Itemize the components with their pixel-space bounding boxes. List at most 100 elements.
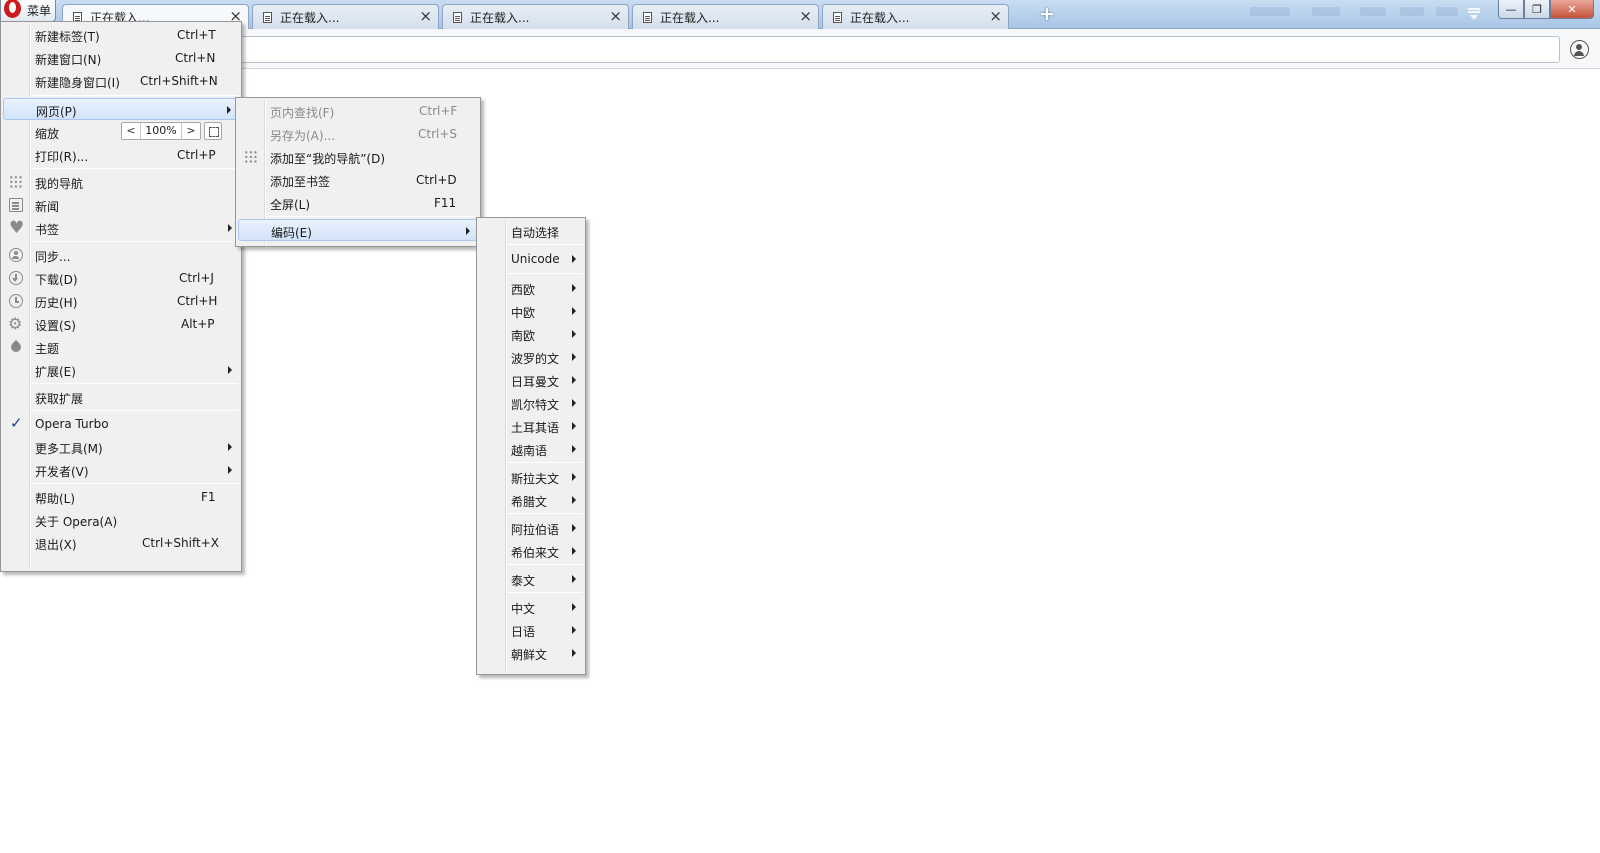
menu-item-encoding-baltic[interactable]: 波罗的文 (479, 346, 583, 368)
close-tab-icon[interactable]: × (609, 8, 622, 24)
submenu-arrow-icon (572, 473, 576, 481)
menu-item-opera-turbo[interactable]: Opera Turbo (3, 413, 239, 435)
menu-item-encoding-celtic[interactable]: 凯尔特文 (479, 392, 583, 414)
submenu-arrow-icon (572, 399, 576, 407)
news-icon (9, 198, 23, 212)
submenu-arrow-icon (227, 106, 231, 114)
page-submenu: 页内查找(F) Ctrl+F 另存为(A)... Ctrl+S 添加至“我的导航… (235, 97, 481, 247)
menu-item-downloads[interactable]: 下载(D) Ctrl+J (3, 267, 239, 289)
menu-item-encoding-greek[interactable]: 希腊文 (479, 489, 583, 511)
menu-item-help[interactable]: 帮助(L) F1 (3, 486, 239, 508)
menu-item-settings[interactable]: 设置(S) Alt+P (3, 313, 239, 335)
menu-item-encoding-thai[interactable]: 泰文 (479, 568, 583, 590)
submenu-arrow-icon (466, 227, 470, 235)
menu-item-about[interactable]: 关于 Opera(A) (3, 509, 239, 531)
submenu-arrow-icon (572, 255, 576, 263)
submenu-arrow-icon (228, 443, 232, 451)
menu-item-encoding-japanese[interactable]: 日语 (479, 619, 583, 641)
separator (507, 273, 582, 274)
menu-item-fullscreen[interactable]: 全屏(L) F11 (238, 192, 478, 214)
menu-item-add-bookmark[interactable]: 添加至书签 Ctrl+D (238, 169, 478, 191)
download-icon (9, 271, 23, 285)
zoom-level: 100% (140, 123, 182, 139)
menu-item-developer[interactable]: 开发者(V) (3, 459, 239, 481)
menu-item-get-extensions[interactable]: 获取扩展 (3, 386, 239, 408)
menu-item-save-as[interactable]: 另存为(A)... Ctrl+S (238, 123, 478, 145)
submenu-arrow-icon (572, 307, 576, 315)
menu-item-encoding-southern[interactable]: 南欧 (479, 323, 583, 345)
close-tab-icon[interactable]: × (799, 8, 812, 24)
menu-item-encoding-central[interactable]: 中欧 (479, 300, 583, 322)
menu-item-more-tools[interactable]: 更多工具(M) (3, 436, 239, 458)
menu-item-find-in-page[interactable]: 页内查找(F) Ctrl+F (238, 100, 478, 122)
menu-item-encoding-korean[interactable]: 朝鲜文 (479, 642, 583, 664)
menu-item-speed-dial[interactable]: 我的导航 (3, 171, 239, 193)
tab-3[interactable]: 正在载入... × (442, 4, 629, 29)
submenu-arrow-icon (572, 603, 576, 611)
submenu-arrow-icon (572, 284, 576, 292)
menu-button-label: 菜单 (27, 4, 52, 18)
menu-item-sync[interactable]: 同步... (3, 244, 239, 266)
checkmark-icon (9, 414, 23, 432)
blurred-area (1360, 7, 1386, 16)
close-tab-icon[interactable]: × (419, 8, 432, 24)
heart-icon (9, 218, 24, 238)
menu-item-encoding-unicode[interactable]: Unicode (479, 248, 583, 270)
separator (507, 513, 582, 514)
menu-item-print[interactable]: 打印(R)... Ctrl+P (3, 144, 239, 166)
separator (507, 244, 582, 245)
submenu-arrow-icon (572, 524, 576, 532)
menu-item-encoding-slavic[interactable]: 斯拉夫文 (479, 466, 583, 488)
blurred-area (1400, 7, 1424, 16)
menu-item-add-to-speed-dial[interactable]: 添加至“我的导航”(D) (238, 146, 478, 168)
zoom-out-button[interactable]: < (122, 123, 140, 139)
address-bar[interactable] (230, 36, 1560, 63)
submenu-arrow-icon (572, 376, 576, 384)
menu-item-encoding[interactable]: 编码(E) (238, 219, 478, 241)
fullscreen-icon[interactable] (204, 122, 222, 140)
menu-item-encoding-chinese[interactable]: 中文 (479, 596, 583, 618)
menu-item-encoding-western[interactable]: 西欧 (479, 277, 583, 299)
submenu-arrow-icon (228, 466, 232, 474)
close-window-button[interactable]: ✕ (1550, 0, 1594, 19)
submenu-arrow-icon (228, 366, 232, 374)
menu-item-new-private-window[interactable]: 新建隐身窗口(I) Ctrl+Shift+N (3, 70, 239, 92)
tab-title: 正在载入... (470, 10, 530, 25)
menu-item-encoding-auto[interactable]: 自动选择 (479, 220, 583, 242)
menu-item-exit[interactable]: 退出(X) Ctrl+Shift+X (3, 532, 239, 554)
menu-item-extensions[interactable]: 扩展(E) (3, 359, 239, 381)
menu-item-new-window[interactable]: 新建窗口(N) Ctrl+N (3, 47, 239, 69)
grid-icon (9, 175, 23, 189)
submenu-arrow-icon (572, 547, 576, 555)
user-icon (9, 248, 23, 262)
menu-item-encoding-germanic[interactable]: 日耳曼文 (479, 369, 583, 391)
tab-title: 正在载入... (850, 10, 910, 25)
menu-item-bookmarks[interactable]: 书签 (3, 217, 239, 239)
account-icon[interactable] (1570, 40, 1589, 59)
menu-item-page[interactable]: 网页(P) (3, 98, 239, 120)
menu-item-themes[interactable]: 主题 (3, 336, 239, 358)
maximize-button[interactable]: ❐ (1524, 0, 1550, 19)
tab-list-icon[interactable] (1466, 6, 1482, 22)
menu-item-encoding-hebrew[interactable]: 希伯来文 (479, 540, 583, 562)
blurred-area (1436, 7, 1458, 16)
menu-item-encoding-turkish[interactable]: 土耳其语 (479, 415, 583, 437)
drop-icon (9, 340, 23, 354)
close-tab-icon[interactable]: × (989, 8, 1002, 24)
submenu-arrow-icon (572, 626, 576, 634)
menu-item-encoding-vietnamese[interactable]: 越南语 (479, 438, 583, 460)
minimize-button[interactable]: — (1498, 0, 1524, 19)
menu-item-new-tab[interactable]: 新建标签(T) Ctrl+T (3, 24, 239, 46)
tab-5[interactable]: 正在载入... × (822, 4, 1009, 29)
tab-4[interactable]: 正在载入... × (632, 4, 819, 29)
tab-2[interactable]: 正在载入... × (252, 4, 439, 29)
menu-item-news[interactable]: 新闻 (3, 194, 239, 216)
menu-item-history[interactable]: 历史(H) Ctrl+H (3, 290, 239, 312)
separator (266, 216, 477, 217)
separator (507, 462, 582, 463)
zoom-in-button[interactable]: > (182, 123, 200, 139)
encoding-submenu: 自动选择 Unicode 西欧 中欧 南欧 波罗的文 日耳曼文 凯尔特文 土耳其… (476, 217, 586, 675)
new-tab-button[interactable]: + (1036, 5, 1058, 25)
menu-item-encoding-arabic[interactable]: 阿拉伯语 (479, 517, 583, 539)
opera-menu-button[interactable]: 菜单 (0, 0, 56, 22)
